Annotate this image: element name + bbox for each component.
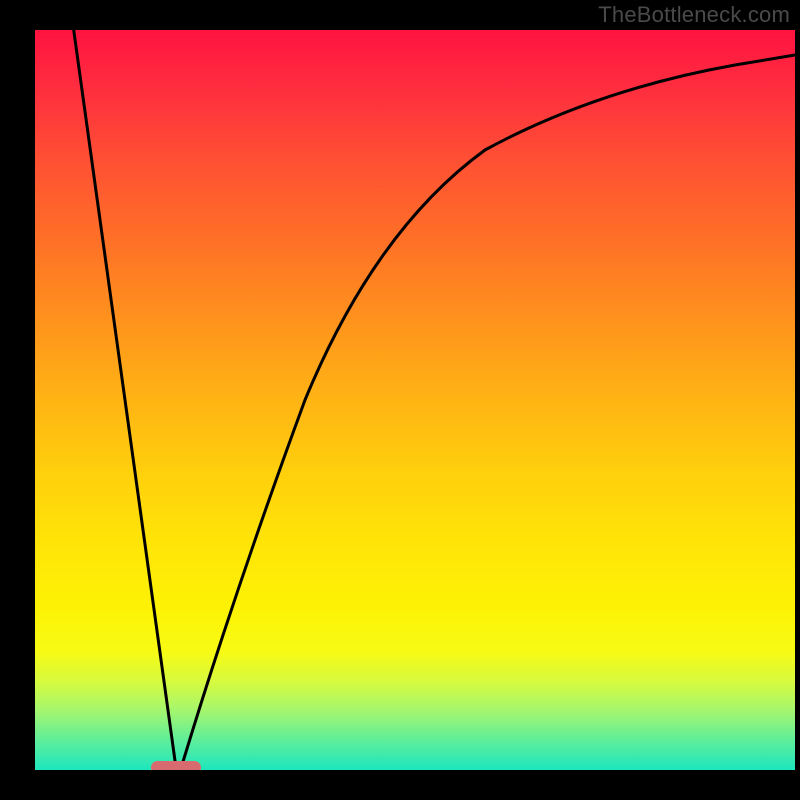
plot-area bbox=[35, 30, 795, 770]
bottleneck-curve bbox=[73, 30, 795, 765]
optimal-marker bbox=[151, 761, 201, 770]
watermark-text: TheBottleneck.com bbox=[598, 2, 790, 28]
chart-frame: TheBottleneck.com bbox=[0, 0, 800, 800]
curve-svg bbox=[35, 30, 795, 770]
